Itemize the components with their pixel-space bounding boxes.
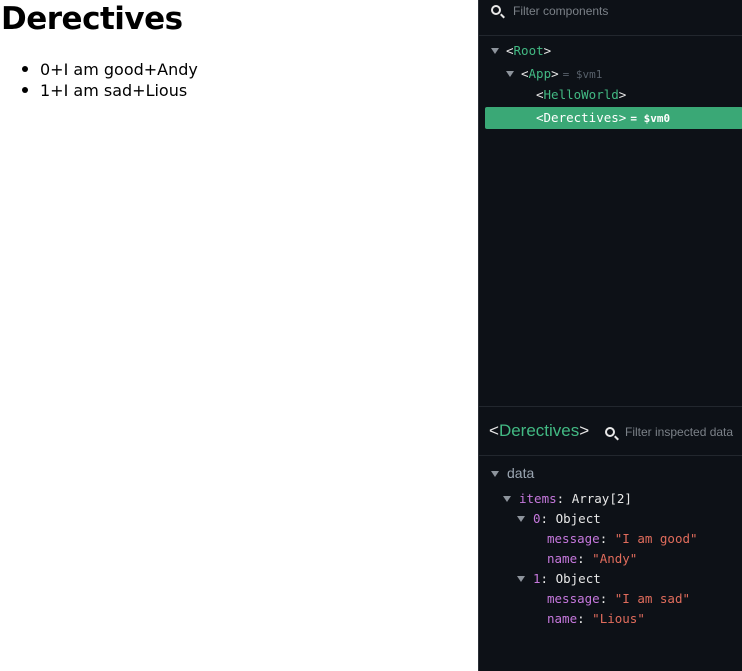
expand-arrow-icon[interactable] [506,71,514,77]
list-item: 0+I am good+Andy [20,59,198,80]
expand-arrow-icon[interactable] [503,496,511,502]
tree-node-root[interactable]: <Root> [479,40,742,62]
list-item: 1+I am sad+Lious [20,80,198,101]
vm-reference: = $vm0 [630,112,671,125]
state-row-message[interactable]: message: "I am good" [547,529,698,549]
inspector-header: <Derectives> Filter inspected data [479,406,742,456]
inspector-filter-input[interactable]: Filter inspected data [625,425,733,439]
tree-node-label: Root [513,43,544,58]
expand-arrow-icon[interactable] [491,471,499,477]
vm-reference: = $vm1 [562,68,603,81]
expand-arrow-icon[interactable] [517,576,525,582]
state-row-name[interactable]: name: "Andy" [547,549,637,569]
tree-node-label: Derectives [543,110,619,125]
search-icon [605,427,615,437]
state-row-name[interactable]: name: "Lious" [547,609,645,629]
tree-node-helloworld[interactable]: <HelloWorld> [479,84,742,106]
expand-arrow-icon[interactable] [517,516,525,522]
page-heading: Derectives [1,1,183,37]
search-icon [491,5,501,15]
tree-node-label: HelloWorld [543,87,619,102]
inspected-component-title: <Derectives> [489,421,590,440]
component-filter-bar: Filter components [479,0,742,36]
tree-node-label: App [528,66,552,81]
app-page: Derectives 0+I am good+Andy 1+I am sad+L… [0,0,478,671]
vue-devtools-panel: Filter components <Root> <App> = $vm1 <He… [478,0,742,671]
tree-node-app[interactable]: <App> = $vm1 [479,63,742,85]
component-filter-input[interactable]: Filter components [513,4,608,18]
expand-arrow-icon[interactable] [491,48,499,54]
section-label: data [507,465,535,481]
state-row-message[interactable]: message: "I am sad" [547,589,690,609]
item-list: 0+I am good+Andy 1+I am sad+Lious [20,59,198,101]
tree-node-derectives[interactable]: <Derectives> = $vm0 [485,107,742,129]
